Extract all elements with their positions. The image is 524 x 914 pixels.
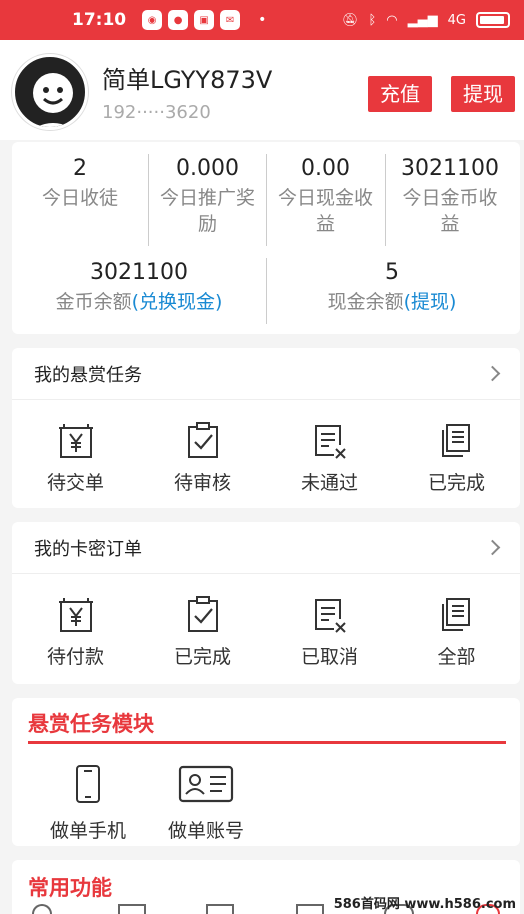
card-title: 我的卡密订单	[34, 538, 142, 560]
message-notification-icon: ✉	[220, 10, 241, 30]
nav-document-icon[interactable]	[206, 904, 234, 914]
stat-today-disciples: 2 今日收徒	[12, 156, 148, 211]
status-bar: 17:10 ◉ ● ▣ ✉ • 🔕︎ ᛒ ◠ ▂▄▆ 4G	[0, 0, 524, 40]
avatar-face-icon	[33, 73, 73, 127]
network-type-label: 4G	[447, 12, 466, 28]
grid-label: 未通过	[300, 472, 358, 494]
notification-icons: ◉ ● ▣ ✉	[142, 10, 241, 30]
stat-label: 今日收徒	[41, 187, 118, 209]
phone-number: 192·····3620	[102, 102, 211, 123]
grid-label: 待付款	[46, 646, 104, 668]
order-cancelled[interactable]: 已取消	[266, 574, 393, 682]
exchange-cash-link[interactable]: (兑换现金)	[132, 291, 223, 313]
app-notification-icon: ●	[168, 10, 189, 30]
app-notification-icon: ▣	[194, 10, 215, 30]
module-label: 做单账号	[167, 820, 244, 842]
battery-icon	[476, 12, 510, 28]
reward-tasks-card: 我的悬赏任务 待交单 待审核 未通过 已完成	[12, 348, 520, 508]
module-item-phone[interactable]: 做单手机	[40, 764, 136, 843]
status-time: 17:10	[72, 10, 127, 30]
stat-value: 0.00	[301, 156, 350, 181]
signal-icon: ▂▄▆	[407, 12, 438, 28]
stat-today-promo-reward: 0.000 今日推广奖励	[149, 156, 266, 237]
stat-label: 今日现金收益	[277, 187, 373, 235]
stat-today-coin-income: 3021100 今日金币收益	[386, 156, 514, 237]
order-completed[interactable]: 已完成	[139, 574, 266, 682]
username: 简单LGYY873V	[102, 66, 273, 94]
stat-cash-balance: 5 现金余额(提现)	[267, 260, 517, 315]
order-all[interactable]: 全部	[393, 574, 520, 682]
recharge-button[interactable]: 充值	[368, 76, 432, 112]
yen-document-icon	[56, 420, 96, 460]
task-pending-review[interactable]: 待审核	[139, 400, 266, 508]
module-item-account[interactable]: 做单账号	[158, 764, 254, 843]
grid-label: 已完成	[173, 646, 231, 668]
stat-value: 3021100	[90, 260, 188, 285]
more-notifications-dot: •	[258, 12, 267, 28]
avatar[interactable]	[12, 54, 88, 130]
task-completed[interactable]: 已完成	[393, 400, 520, 508]
document-x-icon	[310, 420, 350, 460]
stat-label: 今日推广奖励	[159, 187, 255, 235]
order-pending-payment[interactable]: 待付款	[12, 574, 139, 682]
chevron-right-icon	[484, 365, 501, 382]
nav-list-icon[interactable]	[296, 904, 324, 914]
mute-icon: 🔕︎	[341, 12, 359, 28]
stat-today-cash-income: 0.00 今日现金收益	[267, 156, 384, 237]
yen-document-icon	[56, 594, 96, 634]
module-title: 悬赏任务模块	[28, 712, 154, 736]
task-pending-submit[interactable]: 待交单	[12, 400, 139, 508]
clipboard-check-icon	[183, 420, 223, 460]
stat-value: 3021100	[401, 156, 499, 181]
watermark: 586首码网 www.h586.com	[333, 897, 516, 912]
clipboard-check-icon	[183, 594, 223, 634]
card-title: 我的悬赏任务	[34, 364, 142, 386]
card-orders-header[interactable]: 我的卡密订单	[12, 522, 520, 574]
card-orders-card: 我的卡密订单 待付款 已完成 已取消 全部	[12, 522, 520, 684]
stat-label: 现金余额(提现)	[327, 291, 457, 313]
grid-label: 已取消	[300, 646, 358, 668]
grid-label: 已完成	[427, 472, 485, 494]
document-x-icon	[310, 594, 350, 634]
stat-coin-balance: 3021100 金币余额(兑换现金)	[12, 260, 266, 315]
grid-label: 全部	[437, 646, 476, 668]
copy-documents-icon	[437, 594, 477, 634]
copy-documents-icon	[437, 420, 477, 460]
stat-label: 金币余额(兑换现金)	[55, 291, 223, 313]
id-card-icon	[178, 765, 234, 803]
app-notification-icon: ◉	[142, 10, 163, 30]
module-label: 做单手机	[49, 820, 126, 842]
stat-label: 今日金币收益	[402, 187, 498, 235]
task-status-grid: 待交单 待审核 未通过 已完成	[12, 400, 520, 508]
grid-label: 待审核	[173, 472, 231, 494]
withdraw-button[interactable]: 提现	[451, 76, 515, 112]
reward-tasks-header[interactable]: 我的悬赏任务	[12, 348, 520, 400]
common-functions-title: 常用功能	[28, 876, 112, 900]
bluetooth-icon: ᛒ	[368, 12, 377, 28]
withdraw-link[interactable]: (提现)	[404, 291, 457, 313]
profile-header: 简单LGYY873V 192·····3620 充值 提现	[0, 40, 524, 140]
task-rejected[interactable]: 未通过	[266, 400, 393, 508]
grid-label: 待交单	[46, 472, 104, 494]
stat-value: 5	[385, 260, 399, 285]
wifi-icon: ◠	[386, 12, 398, 28]
stat-value: 2	[73, 156, 87, 181]
module-title-underline	[28, 741, 506, 744]
chevron-right-icon	[484, 539, 501, 556]
stats-panel: 2 今日收徒 0.000 今日推广奖励 0.00 今日现金收益 3021100 …	[12, 142, 520, 334]
system-icons: 🔕︎ ᛒ ◠ ▂▄▆ 4G	[342, 12, 510, 28]
phone-icon	[76, 765, 100, 803]
order-status-grid: 待付款 已完成 已取消 全部	[12, 574, 520, 682]
stat-value: 0.000	[176, 156, 239, 181]
nav-grid-icon[interactable]	[118, 904, 146, 914]
